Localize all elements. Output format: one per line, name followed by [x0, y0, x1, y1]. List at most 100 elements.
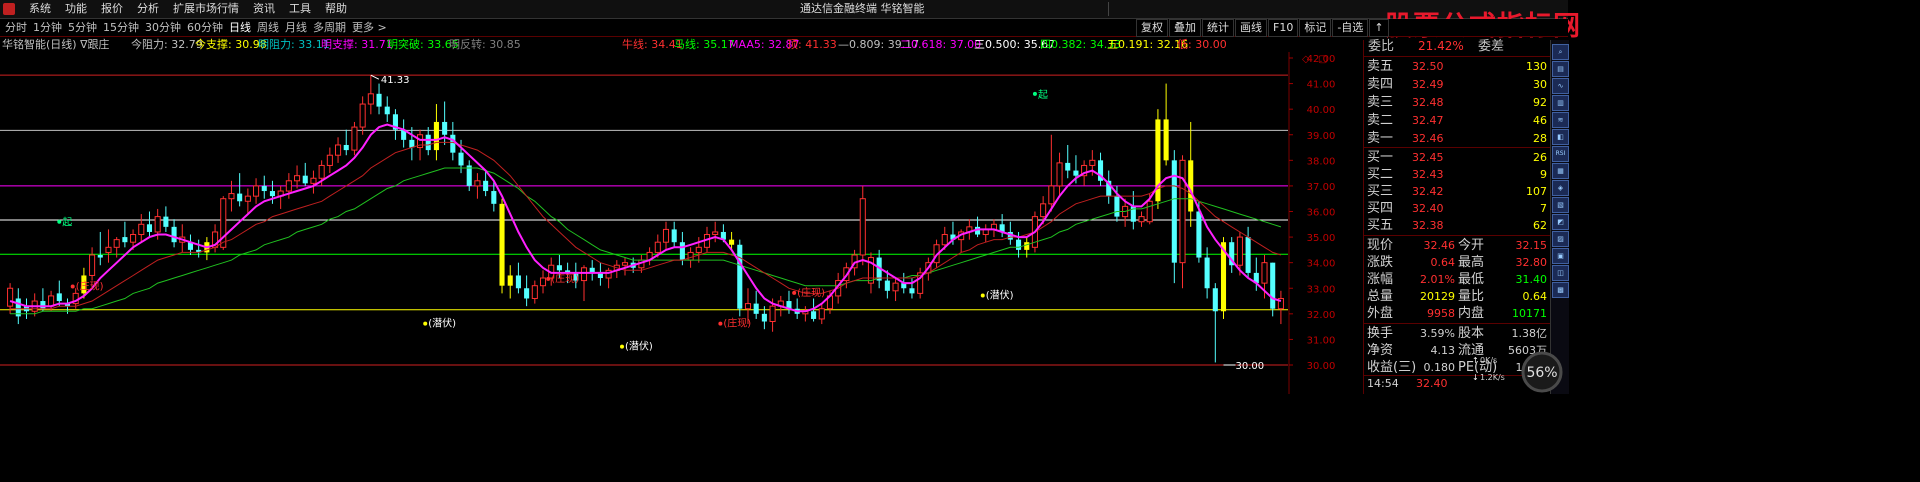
menu-item[interactable]: 工具: [282, 0, 318, 18]
candle-body: [376, 93, 382, 107]
cci-icon[interactable]: ▦: [1552, 163, 1569, 179]
candle-body: [515, 275, 521, 289]
bid-label: 买二: [1367, 167, 1394, 182]
bid-price: 32.38: [1412, 219, 1444, 232]
toolbar-button[interactable]: ↑: [1369, 19, 1389, 37]
period-tab[interactable]: 5分钟: [65, 19, 100, 36]
ask-row: 卖二 32.47 46: [1364, 112, 1551, 129]
bid-label: 买一: [1367, 150, 1394, 165]
quote-divider: [1364, 323, 1551, 324]
candle-body: [409, 139, 415, 148]
ratio-value: 21.42%: [1418, 39, 1464, 53]
period-tab[interactable]: 月线: [282, 19, 310, 36]
toolbar-button[interactable]: F10: [1268, 19, 1299, 37]
sar-icon[interactable]: ▣: [1552, 248, 1569, 264]
candle-body: [294, 175, 301, 182]
candle-body: [113, 239, 120, 248]
period-tab[interactable]: 30分钟: [142, 19, 184, 36]
candle-body: [507, 275, 513, 286]
chart-diamond-icon[interactable]: ◇: [1302, 54, 1310, 65]
period-tab[interactable]: 更多 >: [349, 19, 390, 36]
menu-item[interactable]: 分析: [130, 0, 166, 18]
fund-row: 换手 3.59% 股本 1.38亿: [1364, 325, 1551, 342]
signal-dot: [423, 321, 428, 326]
quote-header-row: 委比 21.42% 委差: [1364, 38, 1551, 55]
toolbar-button[interactable]: 标记: [1299, 19, 1332, 37]
menu-bar: 系统 功能 报价 分析 扩展市场行情 资讯 工具 帮助 通达信金融终端 华铭智能: [0, 0, 1568, 19]
vol-icon[interactable]: ▥: [1552, 95, 1569, 111]
toolbar-button[interactable]: 复权: [1136, 19, 1168, 37]
candle-body: [253, 185, 260, 197]
rsi-icon[interactable]: RSI: [1552, 146, 1569, 162]
candle-body: [737, 244, 743, 309]
bid-volume: 26: [1533, 151, 1547, 164]
period-tab[interactable]: 1分钟: [30, 19, 65, 36]
toolbar-button[interactable]: -自选: [1332, 19, 1369, 37]
ask-row: 卖一 32.46 28: [1364, 130, 1551, 147]
ask-volume: 130: [1526, 60, 1547, 73]
period-tab[interactable]: 周线: [254, 19, 282, 36]
bid-price: 32.45: [1412, 151, 1444, 164]
candle-body: [1204, 257, 1210, 289]
speed-down-arrow-icon: ↓: [1472, 373, 1479, 382]
candle-body: [171, 226, 177, 243]
obv-icon[interactable]: ▧: [1552, 197, 1569, 213]
menu-item[interactable]: 功能: [58, 0, 94, 18]
period-tab[interactable]: 60分钟: [184, 19, 226, 36]
candle-body: [384, 106, 390, 115]
zoom-icon[interactable]: ⌕: [1552, 44, 1569, 60]
candle-body: [621, 262, 629, 266]
dmi-icon[interactable]: ◩: [1552, 214, 1569, 230]
chart-settings-icon[interactable]: ▢: [1318, 54, 1327, 65]
stat-row: 总量 20129 量比 0.64: [1364, 288, 1551, 305]
bars-icon[interactable]: ▤: [1552, 61, 1569, 77]
speed-down-text: 1.2K/s: [1480, 373, 1505, 382]
candle-body: [310, 177, 317, 184]
candle-body: [335, 144, 342, 156]
ma-icon[interactable]: ∿: [1552, 78, 1569, 94]
signal-dot: [718, 321, 723, 326]
stat-label: 量比: [1458, 289, 1485, 304]
stat-label: 今开: [1458, 238, 1485, 253]
menu-item[interactable]: 帮助: [318, 0, 354, 18]
candle-body: [695, 246, 702, 253]
menu-item[interactable]: 报价: [94, 0, 130, 18]
candle-body: [580, 267, 588, 282]
candle-body: [1048, 185, 1055, 205]
candle-body: [89, 254, 96, 276]
period-tab[interactable]: 分时: [2, 19, 30, 36]
period-tabs: 分时 1分钟 5分钟 15分钟 30分钟 60分钟 日线 周线 月线 多周期 更多 >: [2, 19, 390, 36]
stat-label: 内盘: [1458, 306, 1485, 321]
candle-body: [146, 224, 153, 232]
period-tab[interactable]: 多周期: [310, 19, 349, 36]
menu-item[interactable]: 系统: [22, 0, 58, 18]
stat-row: 现价 32.46 今开 32.15: [1364, 237, 1551, 254]
menu-item[interactable]: 资讯: [246, 0, 282, 18]
candle-body: [425, 134, 431, 151]
price-tick-label: 32.00: [1307, 310, 1336, 321]
indicator-value: 二0.618: 37.00: [900, 38, 982, 51]
toolbar-button[interactable]: 画线: [1235, 19, 1267, 37]
macd-icon[interactable]: ≋: [1552, 112, 1569, 128]
ask-price: 32.47: [1412, 114, 1444, 127]
menu-item[interactable]: 扩展市场行情: [166, 0, 246, 18]
stat-row: 外盘 9958 内盘 10171: [1364, 305, 1551, 322]
bias-icon[interactable]: ▩: [1552, 282, 1569, 298]
candle-body: [269, 191, 275, 197]
kdj-icon[interactable]: ◧: [1552, 129, 1569, 145]
period-tab[interactable]: 15分钟: [100, 19, 142, 36]
boll-icon[interactable]: ◈: [1552, 180, 1569, 196]
ask-volume: 28: [1533, 132, 1547, 145]
candle-body: [662, 228, 670, 243]
qi-dot: [57, 219, 62, 224]
indicator-value: 马线: 35.17: [674, 38, 735, 51]
candle-body: [105, 246, 112, 253]
toolbar-button[interactable]: 统计: [1202, 19, 1234, 37]
toolbar-button[interactable]: 叠加: [1169, 19, 1201, 37]
period-tab[interactable]: 日线: [226, 19, 254, 36]
psy-icon[interactable]: ◫: [1552, 265, 1569, 281]
signal-label: (庄现): [551, 272, 579, 285]
wr-icon[interactable]: ▨: [1552, 231, 1569, 247]
candlestick-chart[interactable]: 42.0041.0040.0039.0038.0037.0036.0035.00…: [0, 52, 1362, 394]
indicator-info-bar: 华铭智能(日线) ∇跟庄 今阻力: 32.79 今支撑: 30.98 明阻力: 33.…: [0, 37, 1362, 52]
